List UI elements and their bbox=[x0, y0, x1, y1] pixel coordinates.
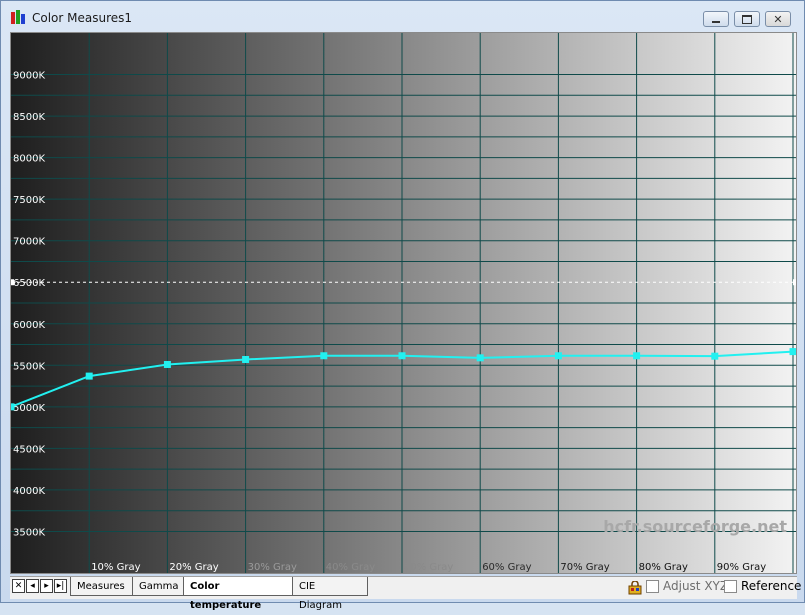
data-point-marker bbox=[242, 355, 250, 363]
next-tab-button[interactable]: ▸ bbox=[40, 579, 53, 593]
y-tick-label: 6500K bbox=[13, 278, 45, 289]
tab-label: Measures bbox=[77, 581, 125, 592]
tab-color-temperature[interactable]: Color temperature bbox=[183, 577, 293, 611]
last-tab-button[interactable]: ▸| bbox=[54, 579, 67, 593]
data-point-marker bbox=[554, 352, 562, 360]
y-tick-label: 9000K bbox=[13, 71, 45, 82]
bottom-tab-bar: ✕ ◂ ▸ ▸| Measures Gamma Color temperatur… bbox=[10, 576, 801, 611]
y-tick-label: 6000K bbox=[13, 320, 45, 331]
tab-gamma[interactable]: Gamma bbox=[132, 577, 184, 596]
data-point-marker bbox=[633, 352, 641, 360]
x-tick-label: 40% Gray bbox=[326, 562, 375, 573]
minimize-icon bbox=[712, 20, 720, 23]
color-temperature-chart[interactable]: 9000K 8500K 8000K 7500K 7000K 6500K 6000K 5500K… bbox=[10, 32, 797, 574]
data-point-marker bbox=[398, 352, 406, 360]
tab-label: Color temperature bbox=[190, 581, 262, 611]
app-chart-icon bbox=[11, 10, 27, 24]
data-point-marker bbox=[711, 352, 719, 360]
window-title: Color Measures1 bbox=[32, 11, 133, 25]
y-tick-label: 8000K bbox=[13, 154, 45, 165]
next-icon: ▸ bbox=[44, 581, 49, 591]
y-tick-label: 4000K bbox=[13, 486, 45, 497]
tab-label: CIE Diagram bbox=[299, 581, 342, 611]
x-tick-label: 80% Gray bbox=[639, 562, 688, 573]
x-tick-label: 50% Gray bbox=[404, 562, 453, 573]
x-tick-label: 10% Gray bbox=[91, 562, 140, 573]
watermark-text: hcfr.sourceforge.net bbox=[603, 517, 787, 536]
reference-label: Reference bbox=[741, 579, 802, 593]
x-tick-label: 70% Gray bbox=[560, 562, 609, 573]
lock-icon[interactable] bbox=[628, 580, 642, 595]
reference-checkbox[interactable]: Reference bbox=[724, 579, 801, 593]
data-point-marker bbox=[320, 352, 328, 360]
data-point-marker bbox=[85, 372, 93, 380]
x-tick-label: 90% Gray bbox=[717, 562, 766, 573]
close-icon: ✕ bbox=[14, 581, 23, 591]
tab-cie-diagram[interactable]: CIE Diagram bbox=[292, 577, 368, 611]
tab-label: Gamma bbox=[139, 581, 179, 592]
chart-svg: 9000K 8500K 8000K 7500K 7000K 6500K 6000K 5500K… bbox=[11, 33, 796, 573]
tab-measures[interactable]: Measures bbox=[70, 577, 134, 596]
close-icon: ✕ bbox=[773, 12, 783, 26]
x-tick-label: 20% Gray bbox=[169, 562, 218, 573]
prev-icon: ◂ bbox=[30, 581, 35, 591]
x-tick-label: 60% Gray bbox=[482, 562, 531, 573]
adjust-xyz-label: Adjust XYZ bbox=[663, 579, 729, 593]
title-bar[interactable]: Color Measures1 ✕ bbox=[1, 1, 804, 31]
close-button[interactable]: ✕ bbox=[765, 11, 791, 27]
restore-icon bbox=[742, 14, 752, 24]
y-tick-label: 8500K bbox=[13, 112, 45, 123]
y-tick-label: 5500K bbox=[13, 361, 45, 372]
reference-box[interactable] bbox=[724, 579, 737, 593]
y-tick-label: 7000K bbox=[13, 237, 45, 248]
last-icon: ▸| bbox=[56, 581, 65, 591]
y-tick-label: 3500K bbox=[13, 527, 45, 538]
close-tab-button[interactable]: ✕ bbox=[12, 579, 25, 593]
data-point-marker bbox=[163, 360, 171, 368]
data-point-marker bbox=[11, 403, 15, 411]
data-point-marker bbox=[789, 348, 796, 356]
y-tick-label: 7500K bbox=[13, 195, 45, 206]
color-measures-window: Color Measures1 ✕ 9000K 8500K 8000K 7500K 70… bbox=[0, 0, 805, 611]
adjust-xyz-box[interactable] bbox=[646, 579, 659, 593]
prev-tab-button[interactable]: ◂ bbox=[26, 579, 39, 593]
reference-marker-right bbox=[793, 279, 796, 286]
restore-button[interactable] bbox=[734, 11, 760, 27]
minimize-button[interactable] bbox=[703, 11, 729, 27]
y-tick-label: 4500K bbox=[13, 444, 45, 455]
adjust-xyz-checkbox[interactable]: Adjust XYZ bbox=[646, 579, 728, 593]
data-point-marker bbox=[476, 354, 484, 362]
x-tick-label: 30% Gray bbox=[248, 562, 297, 573]
